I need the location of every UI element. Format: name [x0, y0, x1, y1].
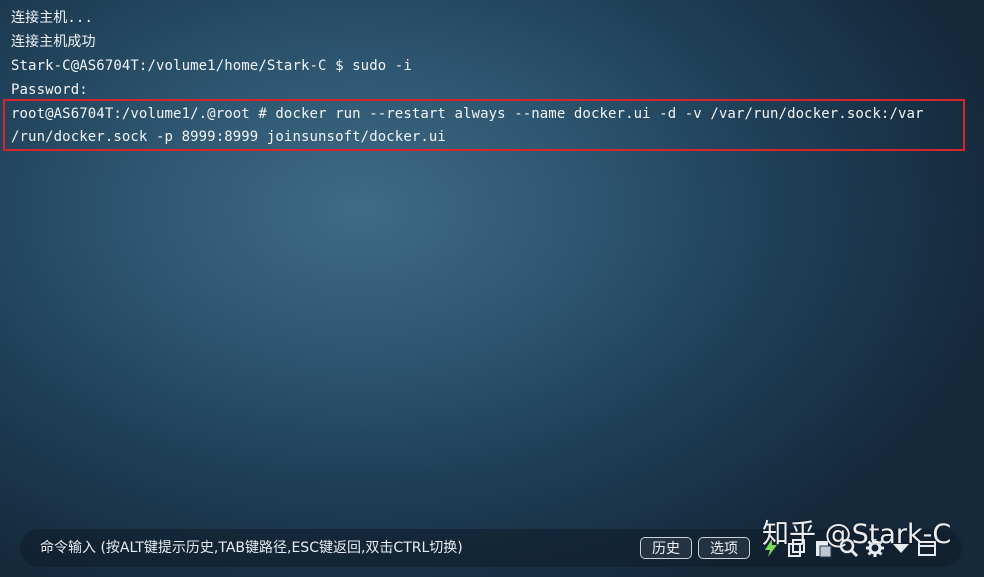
command-highlight-box — [3, 99, 965, 151]
command-input-placeholder[interactable]: 命令输入 (按ALT键提示历史,TAB键路径,ESC键返回,双击CTRL切换) — [40, 539, 463, 557]
terminal-line: Password: — [11, 82, 88, 98]
options-button[interactable]: 选项 — [698, 537, 750, 559]
terminal-line: Stark-C@AS6704T:/volume1/home/Stark-C $ … — [11, 58, 412, 74]
terminal-line: 连接主机成功 — [11, 34, 96, 50]
terminal-line: 连接主机... — [11, 10, 93, 26]
zhihu-watermark: 知乎 @Stark-C — [762, 519, 952, 550]
history-button[interactable]: 历史 — [640, 537, 692, 559]
terminal-output[interactable]: 连接主机... 连接主机成功 Stark-C@AS6704T:/volume1/… — [0, 0, 984, 520]
